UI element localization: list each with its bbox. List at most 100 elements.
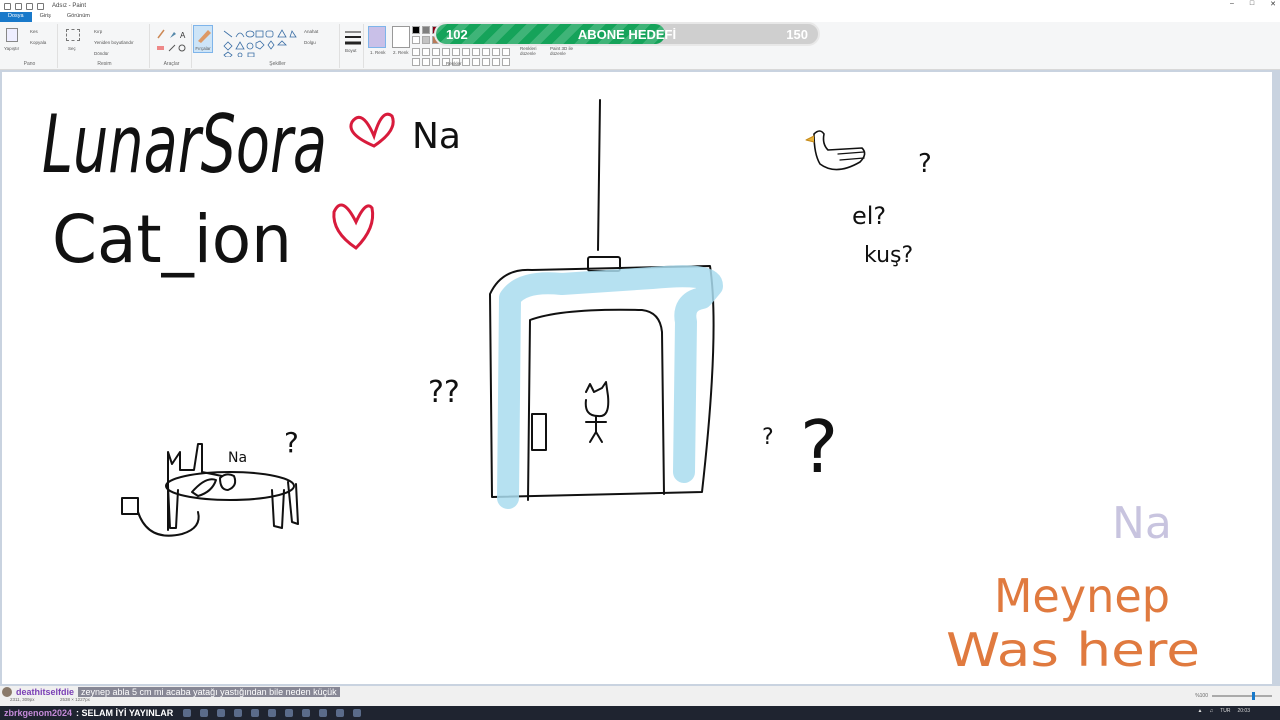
chat-username: deathitselfdie	[16, 687, 75, 697]
app-icon-2[interactable]	[200, 709, 209, 717]
size-button[interactable]: Boyut	[345, 48, 357, 53]
outline-button[interactable]: Anahat	[304, 29, 318, 34]
app-icon-11[interactable]	[353, 709, 362, 717]
signature-meynep: Meynep	[994, 569, 1170, 623]
title-bar: Adsız - Paint – □ ✕	[0, 0, 1280, 12]
palette-swatch[interactable]	[422, 58, 430, 66]
palette-swatch[interactable]	[482, 58, 490, 66]
image-group: Seç Kırp Yeniden boyutlandır Döndür Resi…	[60, 24, 150, 68]
palette-swatch[interactable]	[442, 48, 450, 56]
app-icon-6[interactable]	[268, 709, 277, 717]
resize-button[interactable]: Yeniden boyutlandır	[94, 40, 134, 45]
zoom-level: %100	[1195, 693, 1208, 699]
app-icon-4[interactable]	[234, 709, 243, 717]
save-icon[interactable]	[15, 2, 22, 10]
palette-white[interactable]	[412, 36, 420, 44]
palette-swatch[interactable]	[492, 48, 500, 56]
color1-swatch[interactable]	[368, 26, 386, 48]
app-icon-1[interactable]	[183, 709, 192, 717]
color2-label: 2. Renk	[393, 50, 409, 55]
language-indicator[interactable]: TUR	[1220, 708, 1230, 714]
chat-message: zeynep abla 5 cm mi acaba yatağı yastığı…	[78, 687, 340, 697]
palette-black[interactable]	[412, 26, 420, 34]
cat-leg-right	[595, 431, 603, 443]
ticker-message: : SELAM İYİ YAYINLAR	[76, 708, 174, 718]
palette-swatch[interactable]	[502, 58, 510, 66]
tab-home[interactable]: Giriş	[32, 12, 59, 22]
lamp-cord	[597, 99, 601, 251]
palette-swatch[interactable]	[422, 48, 430, 56]
bird-body	[813, 130, 866, 171]
tools-icons[interactable]: A	[152, 24, 192, 58]
brushes-label: Fırçalar	[195, 46, 211, 51]
palette-swatch[interactable]	[472, 48, 480, 56]
color2-swatch[interactable]	[392, 26, 410, 48]
image-group-label: Resim	[97, 61, 112, 67]
zoom-thumb[interactable]	[1252, 692, 1255, 700]
rotate-button[interactable]: Döndür	[94, 51, 109, 56]
crop-button[interactable]: Kırp	[94, 29, 102, 34]
window-title: Adsız - Paint	[52, 3, 87, 9]
el-label: el?	[852, 202, 886, 230]
palette-swatch[interactable]	[412, 58, 420, 66]
color1-label: 1. Renk	[370, 50, 386, 55]
drawing-canvas[interactable]: LunarSora Na Cat_ion Na ? ? el? kuş? ?? …	[2, 72, 1272, 684]
palette-swatch[interactable]	[502, 48, 510, 56]
palette-swatch[interactable]	[432, 58, 440, 66]
tools-group: A Araçlar	[152, 24, 192, 68]
app-icon-8[interactable]	[302, 709, 311, 717]
tools-group-label: Araçlar	[163, 61, 180, 67]
palette-swatch[interactable]	[452, 48, 460, 56]
select-button[interactable]: Seç	[68, 46, 76, 51]
fill-button[interactable]: Dolgu	[304, 40, 316, 45]
palette-swatch[interactable]	[462, 48, 470, 56]
palette-swatch[interactable]	[432, 48, 440, 56]
palette-swatch[interactable]	[492, 58, 500, 66]
shapes-gallery[interactable]	[220, 27, 300, 57]
paste-button[interactable]: Yapıştır	[4, 46, 19, 51]
volume-icon[interactable]: ♫	[1209, 708, 1213, 714]
subscriber-goal-bar: 102 ABONE HEDEFİ 150	[434, 22, 820, 46]
undo-icon[interactable]	[26, 2, 33, 10]
app-icon-9[interactable]	[319, 709, 328, 717]
na-label-2: Na	[228, 450, 247, 466]
heart-icon-2	[332, 203, 375, 250]
minimize-button[interactable]: –	[1230, 0, 1234, 8]
zoom-slider[interactable]	[1212, 692, 1272, 700]
taskbar: zbrkgenom2024 : SELAM İYİ YAYINLAR	[0, 706, 1280, 720]
palette-swatch[interactable]	[412, 48, 420, 56]
select-icon[interactable]	[66, 29, 80, 41]
paint3d-button[interactable]: Paint 3D ile düzenle	[550, 46, 582, 56]
cat-leg-left	[589, 431, 597, 443]
clipboard-group-label: Pano	[23, 61, 36, 67]
tab-file[interactable]: Dosya	[0, 12, 32, 22]
clock[interactable]: 20:03	[1237, 708, 1250, 714]
palette-lightgray[interactable]	[422, 36, 430, 44]
bird-wing	[837, 151, 865, 161]
brushes-button[interactable]: Fırçalar	[193, 25, 213, 53]
question-mark-big: ?	[800, 405, 838, 489]
app-icon-7[interactable]	[285, 709, 294, 717]
app-icon-10[interactable]	[336, 709, 345, 717]
maximize-button[interactable]: □	[1250, 0, 1254, 8]
redo-icon[interactable]	[37, 2, 44, 10]
cut-button[interactable]: Kes	[30, 29, 38, 34]
bird-beak	[805, 135, 815, 143]
copy-button[interactable]: Kopyala	[30, 40, 46, 45]
palette-swatch[interactable]	[462, 58, 470, 66]
app-icon-3[interactable]	[217, 709, 226, 717]
tab-view[interactable]: Görünüm	[59, 12, 98, 22]
edit-colors-button[interactable]: Renkleri düzenle	[520, 46, 546, 56]
power-outlet	[121, 497, 139, 515]
size-icon[interactable]	[343, 29, 363, 49]
close-button[interactable]: ✕	[1270, 0, 1276, 8]
paste-icon[interactable]	[6, 28, 18, 42]
na-label-1: Na	[412, 116, 461, 157]
question-marks-left: ??	[428, 375, 460, 410]
palette-swatch[interactable]	[472, 58, 480, 66]
question-mark-bird: ?	[918, 149, 932, 179]
palette-gray[interactable]	[422, 26, 430, 34]
network-icon[interactable]: ▲	[1198, 708, 1203, 714]
app-icon-5[interactable]	[251, 709, 260, 717]
palette-swatch[interactable]	[482, 48, 490, 56]
